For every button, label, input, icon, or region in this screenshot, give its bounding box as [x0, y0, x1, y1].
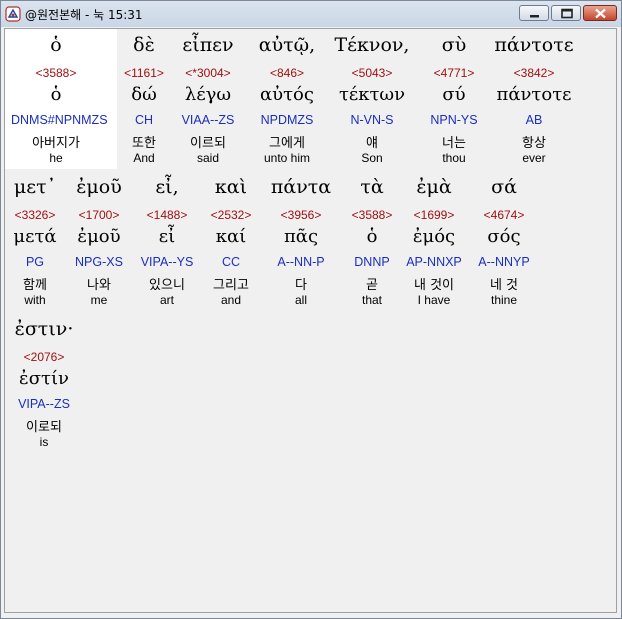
lemma: ἐστίν — [19, 368, 69, 389]
english-gloss: said — [196, 151, 219, 165]
minimize-button[interactable] — [519, 5, 549, 21]
morph-code: N-VN-S — [350, 113, 394, 127]
strong-number: <*3004> — [185, 66, 231, 80]
strong-number: <5043> — [351, 66, 393, 80]
maximize-icon — [561, 8, 573, 19]
korean-gloss: 너는 — [442, 136, 466, 151]
english-gloss: thine — [490, 293, 518, 307]
greek-word: ὁ — [50, 34, 62, 56]
english-gloss: ever — [522, 151, 546, 165]
lemma: σύ — [442, 84, 466, 105]
strong-number: <3588> — [35, 66, 77, 80]
korean-gloss: 이로되 — [26, 420, 62, 435]
strong-number: <4771> — [433, 66, 475, 80]
strong-number: <4674> — [483, 208, 525, 222]
english-gloss: is — [39, 435, 49, 449]
greek-word: πάντοτε — [494, 34, 574, 56]
morph-code: A--NNYP — [478, 255, 530, 269]
app-icon — [5, 6, 21, 22]
morph-code: AB — [525, 113, 543, 127]
window-title: @원전본해 - 눅 15:31 — [25, 8, 143, 22]
maximize-button[interactable] — [551, 5, 581, 21]
english-gloss: thou — [442, 151, 466, 165]
morph-code: NPN-YS — [430, 113, 478, 127]
korean-gloss: 항상 — [522, 136, 546, 151]
lemma: λέγω — [184, 84, 232, 105]
greek-word: σά — [491, 176, 517, 198]
korean-gloss: 아버지가 — [32, 136, 80, 151]
greek-word: σὺ — [441, 34, 467, 56]
lemma: αὐτός — [260, 84, 314, 105]
greek-word: Τέκνον, — [334, 34, 410, 56]
english-gloss: Son — [361, 151, 383, 165]
morph-code: DNMS#NPNMZS — [11, 113, 108, 127]
lemma: σός — [487, 226, 521, 247]
greek-word: αὐτῷ, — [258, 34, 316, 56]
strong-number: <846> — [269, 66, 305, 80]
morph-code: NPDMZS — [260, 113, 314, 127]
strong-number: <2076> — [23, 350, 65, 364]
morph-code: VIPA--ZS — [18, 397, 70, 411]
morph-code: VIAA--ZS — [181, 113, 235, 127]
greek-word: ἐστιν· — [14, 318, 74, 340]
lemma: τέκτων — [338, 84, 406, 105]
close-icon — [595, 8, 606, 19]
app-window: @원전본해 - 눅 15:31 ὁ <3588> ὁ DNMS#NPNMZS 아버지가 h… — [0, 0, 622, 619]
korean-gloss: 이르되 — [190, 136, 226, 151]
lemma: ὁ — [50, 84, 62, 105]
strong-number: <3842> — [513, 66, 555, 80]
korean-gloss: 그에게 — [269, 136, 305, 151]
korean-gloss: 얘 — [366, 136, 378, 151]
korean-gloss: 네 것 — [489, 278, 519, 293]
english-gloss: he — [49, 151, 63, 165]
greek-word: εἶπεν — [182, 34, 234, 56]
minimize-icon — [530, 15, 539, 18]
title-bar[interactable]: @원전본해 - 눅 15:31 — [1, 1, 621, 27]
lemma: πάντοτε — [496, 84, 572, 105]
english-gloss: unto him — [263, 151, 311, 165]
close-button[interactable] — [583, 5, 617, 21]
